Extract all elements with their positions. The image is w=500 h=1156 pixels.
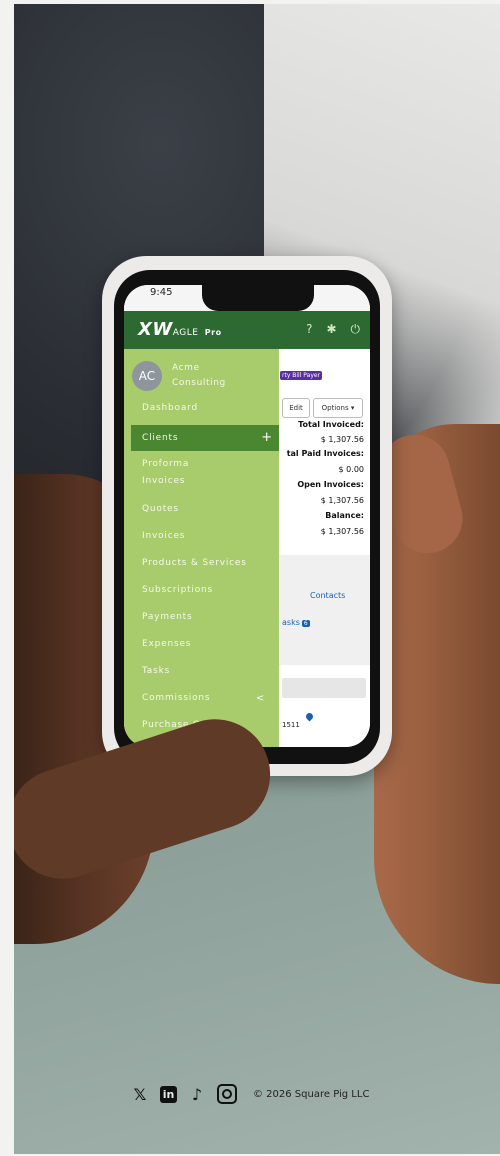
app-logo: XWAGLE Pro xyxy=(138,319,222,340)
table-row xyxy=(282,678,366,698)
menu-header: XWAGLE Pro xyxy=(124,311,279,349)
menu-item-tasks[interactable]: Tasks xyxy=(124,666,279,676)
linkedin-icon[interactable]: in xyxy=(160,1085,177,1103)
x-icon[interactable]: 𝕏 xyxy=(130,1084,150,1104)
balance-value: $ 1,307.56 xyxy=(320,527,364,536)
hero-photo: 9:45 ? ✱ ⏻ rty Bill Payer Edit Options ▾… xyxy=(14,4,500,1154)
total-paid-label: tal Paid Invoices: xyxy=(286,449,364,458)
total-invoiced-label: Total Invoiced: xyxy=(298,420,364,429)
phone-notch xyxy=(202,285,314,311)
menu-item-dashboard[interactable]: Dashboard xyxy=(124,403,279,413)
menu-item-proforma[interactable]: Proforma xyxy=(124,459,279,469)
gear-icon[interactable]: ✱ xyxy=(326,322,336,337)
menu-item-proforma-invoices[interactable]: Invoices xyxy=(124,476,279,486)
contacts-link[interactable]: Contacts xyxy=(310,591,345,600)
phone-mockup: 9:45 ? ✱ ⏻ rty Bill Payer Edit Options ▾… xyxy=(102,256,392,776)
total-invoiced-value: $ 1,307.56 xyxy=(320,435,364,444)
edit-label: Edit xyxy=(289,404,303,412)
power-icon[interactable]: ⏻ xyxy=(351,322,361,337)
chevron-left-icon[interactable]: < xyxy=(256,693,265,704)
options-label: Options xyxy=(321,404,349,412)
balance-label: Balance: xyxy=(325,511,364,520)
options-button[interactable]: Options ▾ xyxy=(313,398,363,418)
edit-button[interactable]: Edit xyxy=(282,398,310,418)
footer: 𝕏 in ♪ © 2026 Square Pig LLC xyxy=(130,1084,369,1104)
menu-item-subscriptions[interactable]: Subscriptions xyxy=(124,585,279,595)
add-client-icon[interactable]: + xyxy=(261,425,273,451)
menu-item-label: Clients xyxy=(142,433,179,443)
client-type-badge: rty Bill Payer xyxy=(280,371,323,380)
status-time: 9:45 xyxy=(150,287,173,298)
side-menu: XWAGLE Pro AC Acme Consulting Dashboard … xyxy=(124,311,279,747)
total-paid-value: $ 0.00 xyxy=(338,465,364,474)
tiktok-icon[interactable]: ♪ xyxy=(187,1084,207,1104)
menu-item-expenses[interactable]: Expenses xyxy=(124,639,279,649)
menu-item-quotes[interactable]: Quotes xyxy=(124,504,279,514)
header-actions: ? ✱ ⏻ xyxy=(306,322,360,337)
open-invoices-label: Open Invoices: xyxy=(297,480,364,489)
company-name: Acme Consulting xyxy=(172,363,226,388)
avatar[interactable]: AC xyxy=(132,361,162,391)
related-section xyxy=(279,555,370,665)
menu-item-commissions[interactable]: Commissions < xyxy=(124,693,279,704)
tasks-count-badge: 6 xyxy=(301,620,310,627)
instagram-icon[interactable] xyxy=(217,1084,237,1104)
copyright-text: © 2026 Square Pig LLC xyxy=(253,1088,370,1100)
menu-item-clients[interactable]: Clients + xyxy=(131,425,279,451)
open-invoices-value: $ 1,307.56 xyxy=(320,496,364,505)
menu-item-payments[interactable]: Payments xyxy=(124,612,279,622)
address-number: 1511 xyxy=(282,721,300,729)
menu-item-invoices[interactable]: Invoices xyxy=(124,531,279,541)
tasks-link[interactable]: asks 6 xyxy=(282,618,310,627)
phone-screen: 9:45 ? ✱ ⏻ rty Bill Payer Edit Options ▾… xyxy=(124,285,370,747)
menu-item-products[interactable]: Products & Services xyxy=(124,558,279,568)
menu-item-label: Commissions xyxy=(142,693,211,703)
help-icon[interactable]: ? xyxy=(306,322,312,337)
